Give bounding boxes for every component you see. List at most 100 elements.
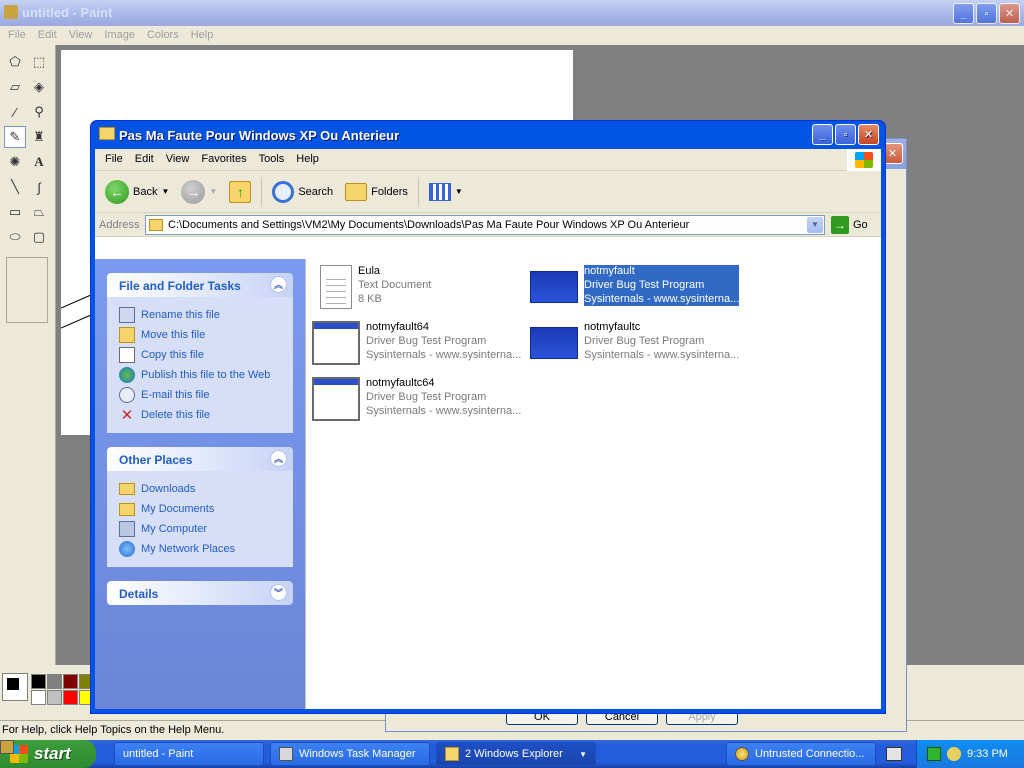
place-network[interactable]: My Network Places [119,539,293,559]
forward-button[interactable]: → ▼ [177,175,221,209]
file-item-notmyfault64[interactable]: notmyfault64 Driver Bug Test Program Sys… [312,321,532,365]
rename-icon [119,307,135,323]
curve-icon[interactable]: ∫ [28,176,50,198]
desktop: untitled - Paint _ ▫ ✕ File Edit View Im… [0,0,1024,768]
go-button[interactable]: → Go [831,215,868,234]
explorer-minimize-button[interactable]: _ [812,124,833,145]
panel-header[interactable]: File and Folder Tasks ︽ [107,273,293,297]
back-button[interactable]: ← Back ▼ [101,175,173,209]
menu-favorites[interactable]: Favorites [195,149,252,170]
free-select-icon[interactable]: ⬠ [4,51,26,73]
taskbar-item-paint[interactable]: untitled - Paint [0,740,264,766]
color-red[interactable] [63,690,78,705]
color-silver[interactable] [47,690,62,705]
paint-title: untitled - Paint [22,5,113,20]
collapse-icon[interactable]: ︽ [270,276,287,293]
task-label: Copy this file [141,349,204,361]
color-black[interactable] [31,674,46,689]
chevron-down-icon[interactable]: ▼ [161,187,169,196]
menu-edit[interactable]: Edit [32,26,63,45]
line-icon[interactable]: ╲ [4,176,26,198]
menu-edit[interactable]: Edit [129,149,160,170]
address-dropdown-icon[interactable]: ▼ [807,216,823,233]
place-my-documents[interactable]: My Documents [119,499,293,519]
expand-icon[interactable]: ︾ [270,584,287,601]
fill-bucket-icon[interactable]: ◈ [28,76,50,98]
menu-file[interactable]: File [2,26,32,45]
file-info: Sysinternals - www.sysinterna... [366,349,522,361]
folders-label: Folders [371,185,408,198]
color-maroon[interactable] [63,674,78,689]
menu-view[interactable]: View [63,26,99,45]
close-button[interactable]: ✕ [999,3,1020,24]
address-input[interactable]: C:\Documents and Settings\VM2\My Documen… [145,214,825,235]
task-email[interactable]: E-mail this file [119,385,293,405]
program-icon [530,271,578,303]
menu-tools[interactable]: Tools [253,149,291,170]
current-colors[interactable] [2,673,28,701]
menu-colors[interactable]: Colors [141,26,185,45]
file-item-eula[interactable]: Eula Text Document 8 KB [312,265,532,309]
place-downloads[interactable]: Downloads [119,479,293,499]
explorer-close-button[interactable]: ✕ [858,124,879,145]
place-my-computer[interactable]: My Computer [119,519,293,539]
task-delete[interactable]: ✕ Delete this file [119,405,293,425]
file-item-notmyfaultc64[interactable]: notmyfaultc64 Driver Bug Test Program Sy… [312,377,532,421]
chevron-down-icon[interactable]: ▼ [455,187,463,196]
start-button[interactable]: start [0,740,96,768]
color-white[interactable] [31,690,46,705]
brush-icon[interactable]: ♜ [28,126,50,148]
airbrush-icon[interactable]: ✺ [4,151,26,173]
task-copy[interactable]: Copy this file [119,345,293,365]
task-rename[interactable]: Rename this file [119,305,293,325]
ellipse-icon[interactable]: ⬭ [4,226,26,248]
search-button[interactable]: Search [268,175,337,209]
text-tool-icon[interactable]: A [28,151,50,173]
menu-view[interactable]: View [160,149,196,170]
explorer-title-bar[interactable]: Pas Ma Faute Pour Windows XP Ou Anterieu… [95,121,881,149]
folders-button[interactable]: Folders [341,175,412,209]
taskbar-item-untrusted[interactable]: Untrusted Connectio... [726,742,876,766]
keyboard-icon[interactable] [886,747,902,761]
folder-icon [149,218,163,231]
file-info: Sysinternals - www.sysinterna... [584,293,740,305]
clock[interactable]: 9:33 PM [967,748,1008,760]
file-item-notmyfaultc[interactable]: notmyfaultc Driver Bug Test Program Sysi… [530,321,750,362]
security-tray-icon[interactable] [947,747,961,761]
file-info: 8 KB [358,293,382,305]
eraser-icon[interactable]: ▱ [4,76,26,98]
rounded-rect-icon[interactable]: ▢ [28,226,50,248]
color-gray[interactable] [47,674,62,689]
minimize-button[interactable]: _ [953,3,974,24]
rectangle-icon[interactable]: ▭ [4,201,26,223]
color-picker-icon[interactable]: ∕ [4,101,26,123]
panel-header[interactable]: Other Places ︽ [107,447,293,471]
network-tray-icon[interactable] [927,747,941,761]
paint-menu-bar: File Edit View Image Colors Help [0,26,1024,45]
tool-options[interactable] [6,257,48,323]
task-publish[interactable]: Publish this file to the Web [119,365,293,385]
menu-help[interactable]: Help [290,149,325,170]
address-bar: Address C:\Documents and Settings\VM2\My… [95,213,881,237]
globe-icon [119,367,135,383]
rect-select-icon[interactable]: ⬚ [28,51,50,73]
taskbar-item-task-manager[interactable]: Windows Task Manager [270,742,430,766]
magnifier-icon[interactable]: ⚲ [28,101,50,123]
menu-file[interactable]: File [99,149,129,170]
task-move[interactable]: Move this file [119,325,293,345]
paint-title-bar[interactable]: untitled - Paint _ ▫ ✕ [0,0,1024,26]
details-panel: Details ︾ [107,581,293,605]
menu-help[interactable]: Help [185,26,220,45]
taskbar-item-explorer-group[interactable]: 2 Windows Explorer ▼ [436,742,596,766]
panel-header[interactable]: Details ︾ [107,581,293,605]
maximize-button[interactable]: ▫ [976,3,997,24]
file-item-notmyfault[interactable]: notmyfault Driver Bug Test Program Sysin… [530,265,750,306]
views-button[interactable]: ▼ [425,175,467,209]
up-folder-button[interactable]: ↑ [225,175,255,209]
explorer-maximize-button[interactable]: ▫ [835,124,856,145]
collapse-icon[interactable]: ︽ [270,450,287,467]
chevron-down-icon[interactable]: ▼ [209,187,217,196]
pencil-icon[interactable]: ✎ [4,126,26,148]
menu-image[interactable]: Image [98,26,141,45]
polygon-icon[interactable]: ⏢ [28,201,50,223]
